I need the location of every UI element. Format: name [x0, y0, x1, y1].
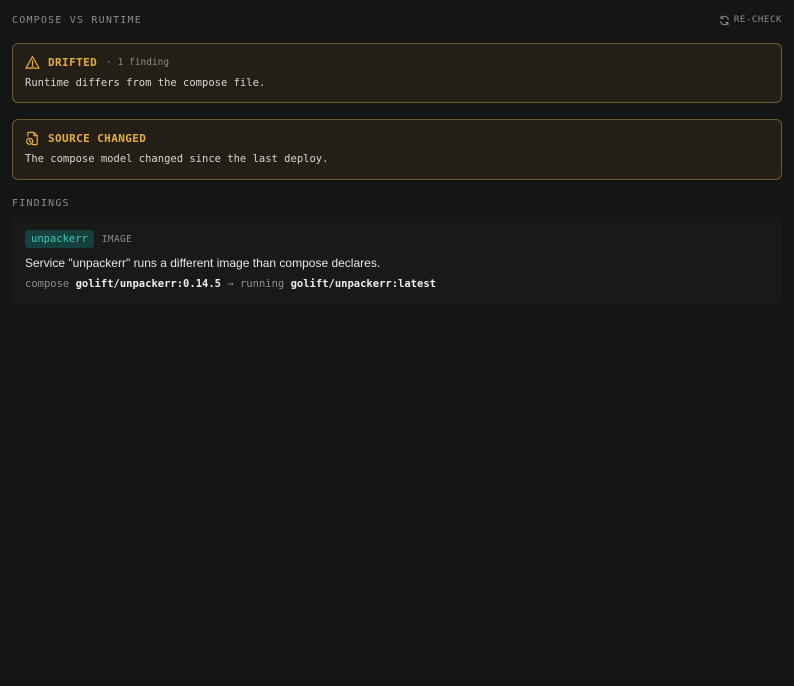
page-title: COMPOSE VS RUNTIME [12, 14, 142, 26]
finding-card: unpackerr IMAGE Service "unpackerr" runs… [12, 217, 782, 305]
finding-detail: compose golift/unpackerr:0.14.5 → runnin… [25, 278, 436, 290]
source-changed-message: The compose model changed since the last… [25, 153, 329, 165]
finding-kind: IMAGE [101, 233, 133, 245]
source-changed-alert: SOURCE CHANGED The compose model changed… [12, 119, 782, 180]
finding-description: Service "unpackerr" runs a different ima… [25, 256, 381, 270]
compose-label: compose [25, 278, 70, 290]
service-tag: unpackerr [25, 230, 94, 248]
file-changed-icon [26, 131, 38, 146]
findings-label: FINDINGS [12, 198, 70, 209]
running-image: golift/unpackerr:latest [290, 278, 436, 290]
drifted-title: DRIFTED [48, 56, 98, 69]
refresh-icon [720, 15, 729, 25]
recheck-button[interactable]: RE-CHECK [719, 15, 782, 26]
source-changed-title: SOURCE CHANGED [48, 132, 147, 145]
running-label: running [239, 278, 285, 290]
recheck-label: RE-CHECK [733, 15, 782, 25]
arrow-icon: → [227, 278, 234, 290]
drifted-alert: DRIFTED · 1 finding Runtime differs from… [12, 43, 782, 103]
drifted-message: Runtime differs from the compose file. [25, 77, 266, 89]
finding-count: · 1 finding [106, 57, 170, 68]
header: COMPOSE VS RUNTIME RE-CHECK [12, 13, 782, 27]
compose-image: golift/unpackerr:0.14.5 [75, 278, 221, 290]
warning-triangle-icon [25, 56, 40, 69]
